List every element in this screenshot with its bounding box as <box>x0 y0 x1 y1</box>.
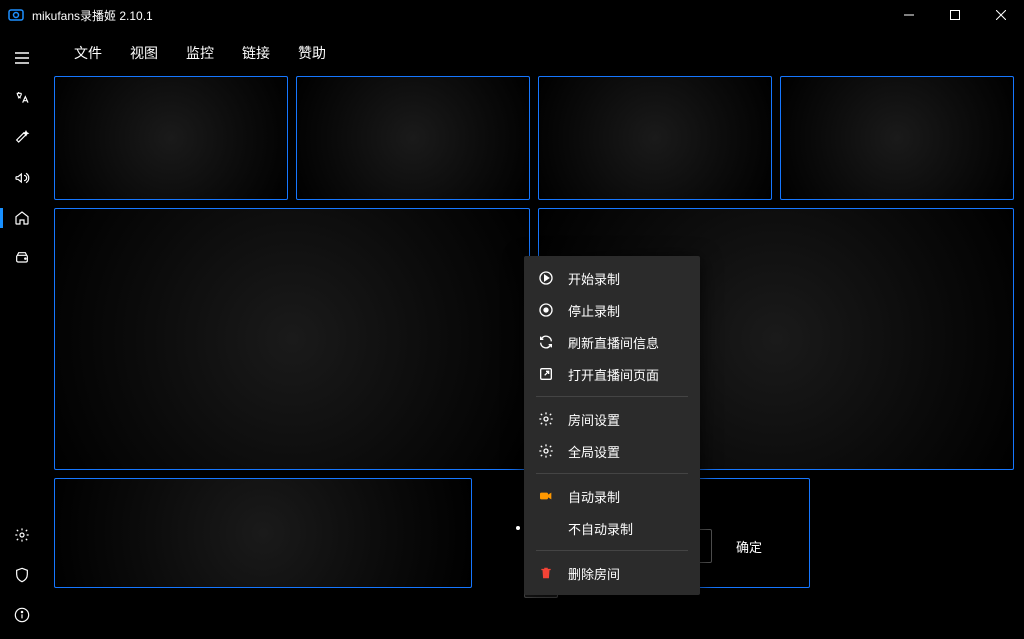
wand-icon[interactable] <box>0 118 44 158</box>
room-card[interactable] <box>780 76 1014 200</box>
titlebar: mikufans录播姬 2.10.1 <box>0 0 1024 30</box>
ctx-refresh[interactable]: 刷新直播间信息 <box>524 326 700 358</box>
ctx-label: 房间设置 <box>568 410 620 429</box>
room-card[interactable] <box>54 208 530 470</box>
menu-link[interactable]: 链接 <box>242 43 270 63</box>
room-card[interactable] <box>54 76 288 200</box>
separator <box>536 550 688 551</box>
checked-dot-icon <box>516 526 520 530</box>
translate-icon[interactable] <box>0 78 44 118</box>
sidebar-rail <box>0 30 44 639</box>
ctx-label: 全局设置 <box>568 442 620 461</box>
minimize-button[interactable] <box>886 0 932 30</box>
home-icon[interactable] <box>0 198 44 238</box>
ctx-room-settings[interactable]: 房间设置 <box>524 403 700 435</box>
play-icon <box>538 270 554 286</box>
refresh-icon <box>538 334 554 350</box>
ctx-label: 停止录制 <box>568 301 620 320</box>
gear-icon[interactable] <box>0 515 44 555</box>
room-card[interactable] <box>538 76 772 200</box>
ctx-start-record[interactable]: 开始录制 <box>524 262 700 294</box>
ctx-label: 自动录制 <box>568 487 620 506</box>
camera-icon <box>538 488 554 504</box>
ctx-auto-record[interactable]: 自动录制 <box>524 480 700 512</box>
menu-view[interactable]: 视图 <box>130 43 158 63</box>
ctx-label: 删除房间 <box>568 564 620 583</box>
shield-icon[interactable] <box>0 555 44 595</box>
megaphone-icon[interactable] <box>0 158 44 198</box>
maximize-button[interactable] <box>932 0 978 30</box>
room-card[interactable] <box>54 478 472 588</box>
ctx-global-settings[interactable]: 全局设置 <box>524 435 700 467</box>
room-grid: 添加房间 确定 开始录制 停止录制 <box>44 76 1024 639</box>
ctx-stop-record[interactable]: 停止录制 <box>524 294 700 326</box>
ctx-label: 不自动录制 <box>568 519 633 538</box>
hamburger-icon[interactable] <box>0 38 44 78</box>
context-menu: 开始录制 停止录制 刷新直播间信息 打开直播间页面 房间设置 <box>524 256 700 595</box>
info-icon[interactable] <box>0 595 44 635</box>
ctx-label: 刷新直播间信息 <box>568 333 659 352</box>
gear-icon <box>538 443 554 459</box>
app-icon <box>8 7 24 23</box>
confirm-button[interactable]: 确定 <box>722 529 776 563</box>
menubar: 文件 视图 监控 链接 赞助 <box>44 30 1024 76</box>
window-title: mikufans录播姬 2.10.1 <box>32 7 886 24</box>
menu-monitor[interactable]: 监控 <box>186 43 214 63</box>
trash-icon <box>538 565 554 581</box>
menu-sponsor[interactable]: 赞助 <box>298 43 326 63</box>
separator <box>536 396 688 397</box>
ctx-open-page[interactable]: 打开直播间页面 <box>524 358 700 390</box>
gear-icon <box>538 411 554 427</box>
ctx-no-auto-record[interactable]: 不自动录制 <box>524 512 700 544</box>
room-card[interactable] <box>296 76 530 200</box>
close-button[interactable] <box>978 0 1024 30</box>
external-icon <box>538 366 554 382</box>
disk-icon[interactable] <box>0 238 44 278</box>
stop-icon <box>538 302 554 318</box>
ctx-delete-room[interactable]: 删除房间 <box>524 557 700 589</box>
separator <box>536 473 688 474</box>
ctx-label: 开始录制 <box>568 269 620 288</box>
menu-file[interactable]: 文件 <box>74 43 102 63</box>
ctx-label: 打开直播间页面 <box>568 365 659 384</box>
